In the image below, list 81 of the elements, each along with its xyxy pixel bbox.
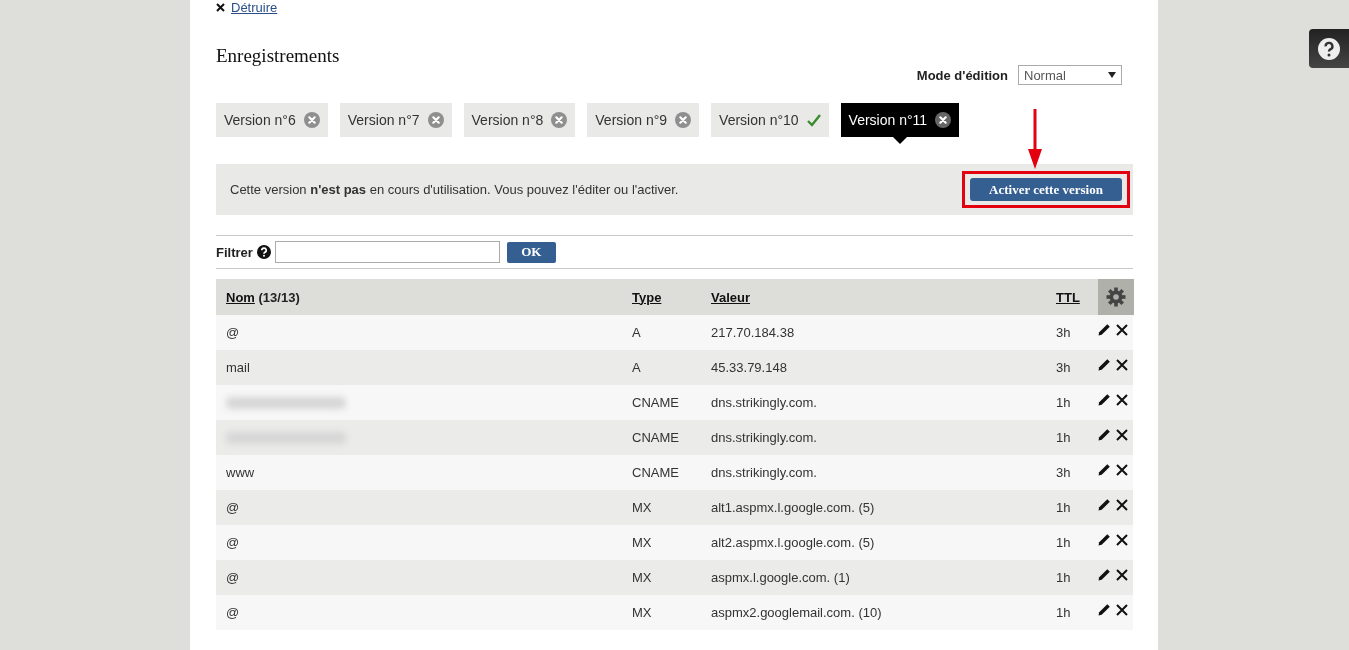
checkmark-icon — [806, 113, 821, 127]
annotation-arrow — [1028, 109, 1042, 169]
record-value: alt2.aspmx.l.google.com. (5) — [710, 535, 876, 550]
delete-icon[interactable] — [1116, 393, 1128, 406]
settings-button[interactable] — [1098, 279, 1134, 315]
delete-icon[interactable] — [1116, 533, 1128, 546]
delete-icon[interactable] — [1116, 358, 1128, 371]
record-ttl: 1h — [1055, 500, 1072, 515]
record-value: dns.strikingly.com. — [710, 430, 818, 445]
column-sort-link[interactable]: TTL — [1056, 289, 1080, 305]
record-type: A — [631, 360, 642, 375]
filter-label: Filtrer — [216, 244, 253, 260]
activate-version-button[interactable]: Activer cette version — [970, 178, 1122, 201]
pencil-icon[interactable] — [1098, 323, 1111, 336]
record-name: mail — [225, 360, 251, 375]
record-name: @ — [225, 325, 241, 340]
record-name: www — [225, 465, 256, 480]
version-tab[interactable]: Version n°8 — [463, 103, 576, 137]
record-value: dns.strikingly.com. — [710, 395, 818, 410]
help-tab[interactable] — [1309, 29, 1349, 68]
delete-icon[interactable] — [1116, 323, 1128, 336]
record-value: aspmx2.googlemail.com. (10) — [710, 605, 883, 620]
record-ttl: 1h — [1055, 570, 1072, 585]
version-tab[interactable]: Version n°9 — [587, 103, 700, 137]
record-ttl: 1h — [1055, 605, 1072, 620]
column-sort-link[interactable]: Nom — [226, 289, 255, 305]
record-type: CNAME — [631, 465, 680, 480]
delete-icon[interactable] — [1116, 498, 1128, 511]
caret-icon — [1108, 72, 1116, 78]
delete-icon[interactable] — [1116, 428, 1128, 441]
pencil-icon[interactable] — [1098, 358, 1111, 371]
filter-field[interactable] — [274, 241, 500, 263]
record-ttl: 1h — [1055, 395, 1072, 410]
record-ttl: 3h — [1055, 465, 1072, 480]
pencil-icon[interactable] — [1098, 568, 1111, 581]
column-sort-link[interactable]: Type — [632, 289, 662, 305]
pencil-icon[interactable] — [1098, 393, 1111, 406]
edit-mode-label: Mode d'édition — [916, 67, 1008, 83]
filter-ok-button[interactable]: OK — [506, 241, 556, 263]
record-value: 45.33.79.148 — [710, 360, 788, 375]
section-heading: Enregistrements — [216, 45, 341, 67]
pencil-icon[interactable] — [1098, 498, 1111, 511]
record-name: @ — [225, 500, 241, 515]
record-type: MX — [631, 570, 653, 585]
record-value: dns.strikingly.com. — [710, 465, 818, 480]
record-type: CNAME — [631, 395, 680, 410]
record-ttl: 3h — [1055, 360, 1072, 375]
record-name: @ — [225, 570, 241, 585]
help-icon[interactable] — [256, 245, 271, 259]
cross-icon — [216, 3, 225, 12]
pencil-icon[interactable] — [1098, 533, 1111, 546]
delete-icon[interactable] — [1116, 603, 1128, 616]
record-name: @ — [225, 535, 241, 550]
delete-icon[interactable] — [1116, 568, 1128, 581]
record-ttl: 1h — [1055, 535, 1072, 550]
column-sort-link[interactable]: Valeur — [711, 289, 751, 305]
delete-link[interactable]: Détruire — [231, 0, 278, 15]
edit-mode-select[interactable]: Normal — [1018, 65, 1122, 85]
pencil-icon[interactable] — [1098, 603, 1111, 616]
version-status-message: Cette version n'est pas en cours d'utilisation. Vous pouvez l'éditer ou l'activer. — [230, 182, 679, 197]
record-type: CNAME — [631, 430, 680, 445]
record-type: A — [631, 325, 642, 340]
close-circle-icon[interactable] — [935, 112, 952, 128]
record-count: (13/13) — [258, 289, 300, 305]
pencil-icon[interactable] — [1098, 428, 1111, 441]
delete-icon[interactable] — [1116, 463, 1128, 476]
pencil-icon[interactable] — [1098, 463, 1111, 476]
help-icon[interactable] — [1318, 37, 1340, 60]
record-value: 217.70.184.38 — [710, 325, 796, 340]
record-type: MX — [631, 500, 653, 515]
record-name: @ — [225, 605, 241, 620]
version-tab[interactable]: Version n°10 — [711, 103, 829, 137]
record-ttl: 1h — [1055, 430, 1072, 445]
record-value: alt1.aspmx.l.google.com. (5) — [710, 500, 876, 515]
version-tab[interactable]: Version n°6 — [216, 103, 328, 137]
record-type: MX — [631, 535, 653, 550]
record-value: aspmx.l.google.com. (1) — [710, 570, 851, 585]
record-ttl: 3h — [1055, 325, 1072, 340]
record-type: MX — [631, 605, 653, 620]
settings-icon[interactable] — [1106, 287, 1126, 307]
version-tab[interactable]: Version n°7 — [339, 103, 452, 137]
